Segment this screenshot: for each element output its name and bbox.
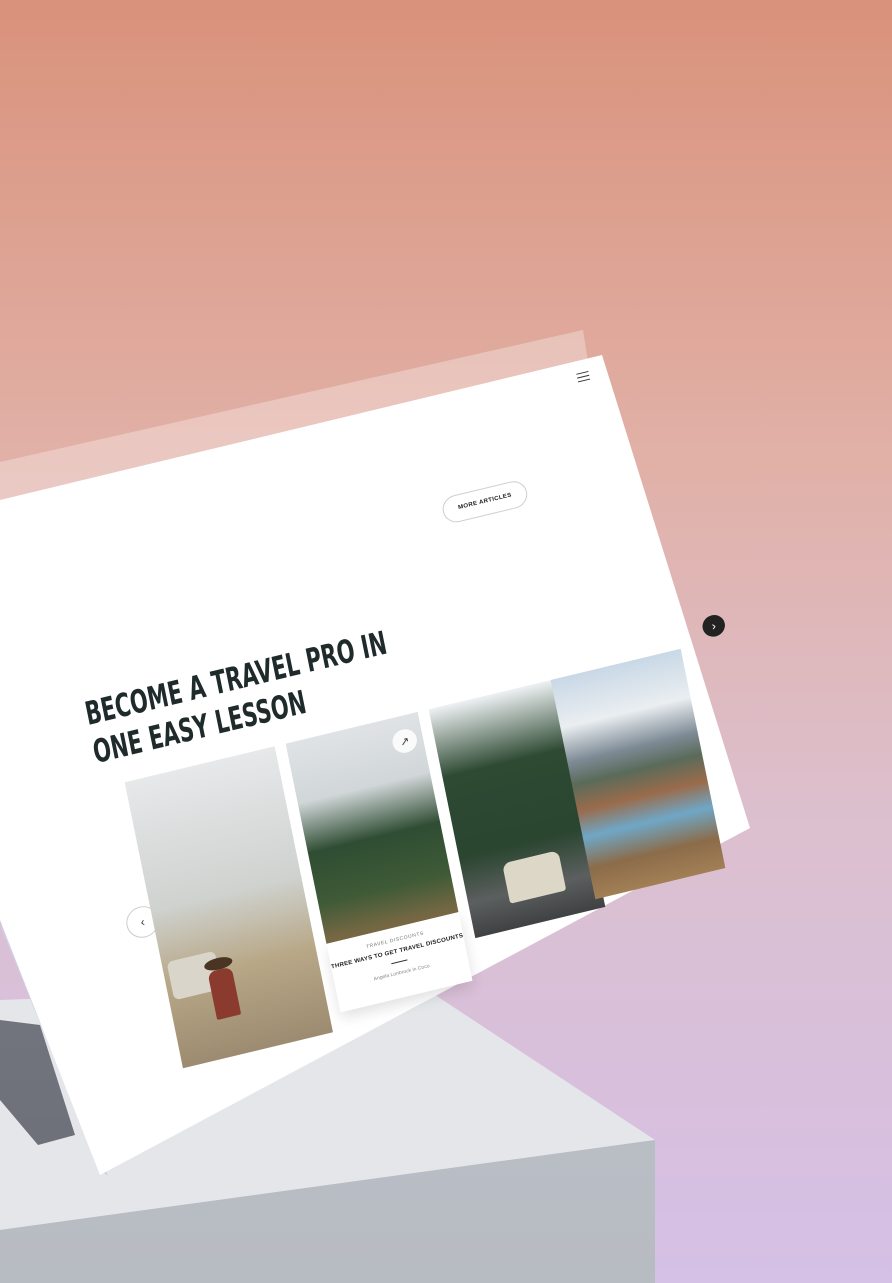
divider [391,959,408,965]
forest-road-photo[interactable]: ↗ [285,711,459,944]
more-articles-button[interactable]: MORE ARTICLES [440,478,530,526]
chevron-right-icon: › [710,618,718,634]
carousel-next-button[interactable]: › [700,612,727,639]
van-shape [502,850,567,904]
hamburger-menu-icon[interactable] [576,370,591,383]
person-shape [207,966,242,1021]
share-icon[interactable]: ↗ [390,726,420,756]
chevron-left-icon: ‹ [139,914,146,930]
